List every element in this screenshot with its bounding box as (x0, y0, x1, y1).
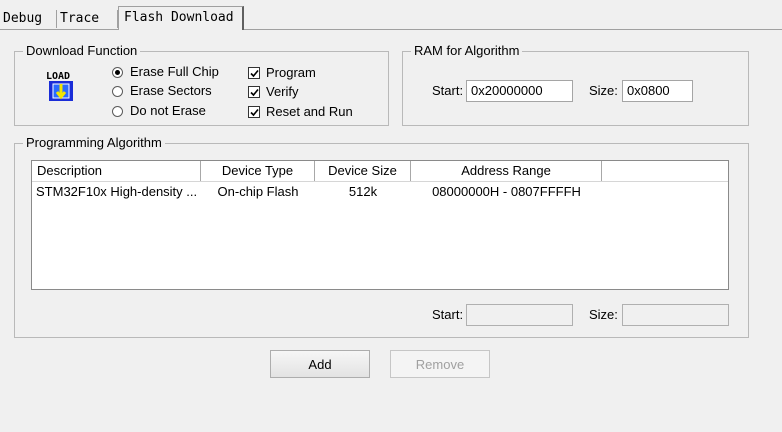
radio-erase-sectors-label: Erase Sectors (130, 83, 212, 98)
ram-size-value: 0x0800 (627, 83, 670, 98)
check-verify[interactable]: Verify (248, 83, 299, 101)
cell-device-type: On-chip Flash (217, 184, 299, 199)
check-reset-and-run-label: Reset and Run (266, 104, 353, 119)
download-function-title: Download Function (23, 43, 141, 59)
column-header-description-label: Description (37, 163, 103, 178)
ram-size-input[interactable]: 0x0800 (622, 80, 693, 102)
algorithm-list-header: Description Device Type Device Size Addr… (32, 161, 728, 182)
tab-debug[interactable]: Debug (0, 10, 57, 28)
check-reset-and-run-box[interactable] (248, 106, 260, 118)
ram-start-value: 0x20000000 (471, 83, 543, 98)
tab-debug-label: Debug (3, 11, 43, 26)
radio-do-not-erase[interactable]: Do not Erase (112, 102, 206, 120)
cell-address-range: 08000000H - 0807FFFFH (432, 184, 581, 199)
load-icon: LOAD (44, 69, 78, 103)
ram-start-label: Start: (432, 83, 464, 98)
check-reset-and-run[interactable]: Reset and Run (248, 103, 353, 121)
column-header-device-size-label: Device Size (328, 163, 397, 178)
algorithm-start-label: Start: (432, 307, 464, 322)
cell-device-size: 512k (348, 184, 378, 199)
column-header-description[interactable]: Description (32, 161, 201, 181)
ram-for-algorithm-title: RAM for Algorithm (411, 43, 523, 59)
radio-erase-full-chip-indicator[interactable] (112, 66, 123, 78)
remove-button[interactable]: Remove (390, 350, 490, 378)
ram-start-input[interactable]: 0x20000000 (466, 80, 573, 102)
column-header-address-range[interactable]: Address Range (411, 161, 602, 181)
cell-description: STM32F10x High-density ... (36, 184, 198, 199)
programming-algorithm-title: Programming Algorithm (23, 135, 165, 151)
tab-trace-label: Trace (60, 11, 100, 26)
column-header-device-type-label: Device Type (221, 163, 294, 178)
algorithm-list[interactable]: Description Device Type Device Size Addr… (31, 160, 729, 290)
add-button[interactable]: Add (270, 350, 370, 378)
check-program[interactable]: Program (248, 64, 316, 82)
algorithm-size-label: Size: (589, 307, 618, 322)
column-header-device-size[interactable]: Device Size (315, 161, 411, 181)
radio-erase-sectors-indicator[interactable] (112, 85, 123, 97)
check-program-label: Program (266, 65, 316, 80)
radio-do-not-erase-indicator[interactable] (112, 105, 123, 117)
algorithm-size-input[interactable] (622, 304, 729, 326)
tab-flash-download[interactable]: Flash Download (118, 6, 244, 30)
tab-flash-download-label: Flash Download (124, 10, 234, 25)
radio-do-not-erase-label: Do not Erase (130, 103, 206, 118)
check-verify-label: Verify (266, 84, 299, 99)
check-program-box[interactable] (248, 67, 260, 79)
tab-trace[interactable]: Trace (57, 10, 118, 28)
algorithm-start-input[interactable] (466, 304, 573, 326)
ram-size-label: Size: (589, 83, 618, 98)
radio-erase-full-chip-label: Erase Full Chip (130, 64, 219, 79)
column-header-address-range-label: Address Range (461, 163, 551, 178)
load-icon-text: LOAD (46, 71, 70, 82)
radio-erase-full-chip[interactable]: Erase Full Chip (112, 63, 219, 81)
check-verify-box[interactable] (248, 86, 260, 98)
radio-erase-sectors[interactable]: Erase Sectors (112, 82, 212, 100)
column-header-device-type[interactable]: Device Type (201, 161, 315, 181)
